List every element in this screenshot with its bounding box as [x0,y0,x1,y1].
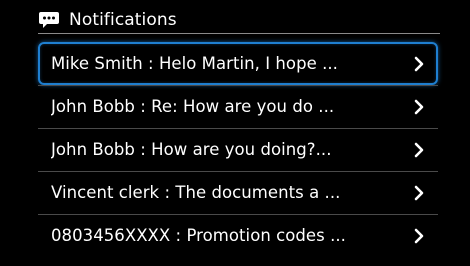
notification-item[interactable]: Vincent clerk : The documents a ... [38,171,438,214]
notification-list: Mike Smith : Helo Martin, I hope ... Joh… [38,42,438,257]
notification-item[interactable]: John Bobb : Re: How are you do ... [38,85,438,128]
notification-item[interactable]: Mike Smith : Helo Martin, I hope ... [38,42,438,85]
chat-bubble-icon [38,11,60,29]
chevron-right-icon [412,55,426,73]
notification-text: Vincent clerk : The documents a ... [51,183,341,202]
notification-item[interactable]: John Bobb : How are you doing?... [38,128,438,171]
notification-text: 0803456XXXX : Promotion codes ... [51,226,346,245]
notification-item[interactable]: 0803456XXXX : Promotion codes ... [38,214,438,257]
page-title: Notifications [69,10,177,30]
notification-text: John Bobb : Re: How are you do ... [51,97,335,116]
header: Notifications [38,8,438,32]
notifications-screen: Notifications Mike Smith : Helo Martin, … [0,0,470,266]
chevron-right-icon [412,227,426,245]
chevron-right-icon [412,184,426,202]
header-divider [38,33,440,34]
chevron-right-icon [412,98,426,116]
notification-text: Mike Smith : Helo Martin, I hope ... [51,54,338,73]
chevron-right-icon [412,141,426,159]
notification-text: John Bobb : How are you doing?... [51,140,332,159]
